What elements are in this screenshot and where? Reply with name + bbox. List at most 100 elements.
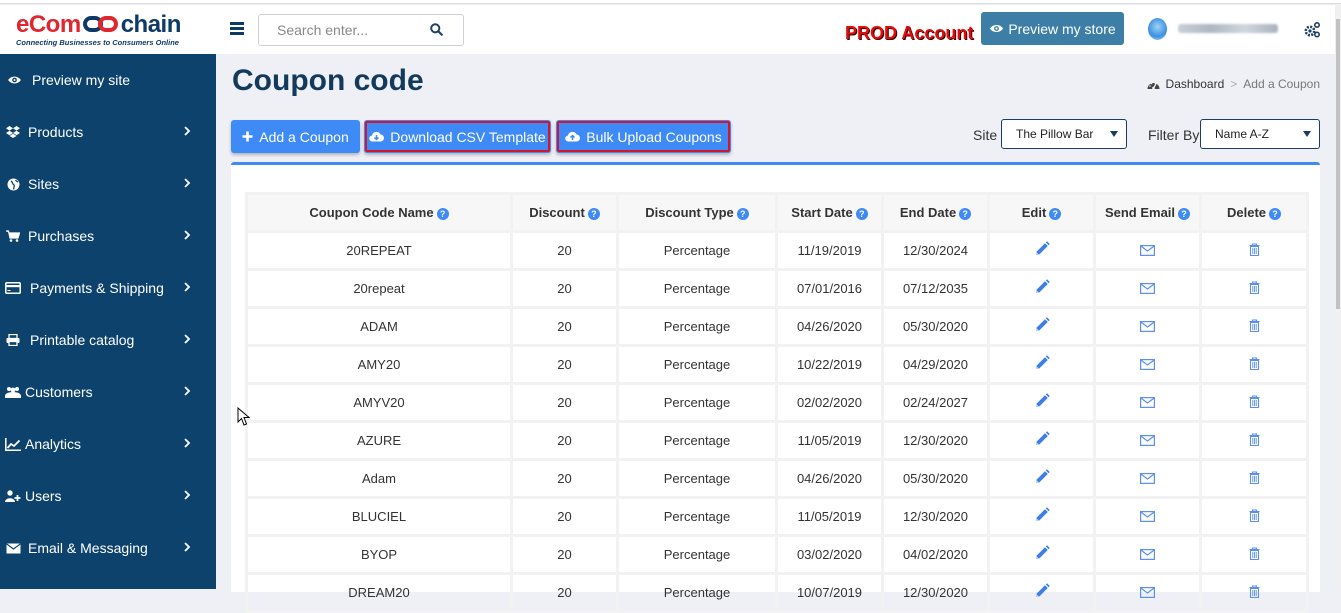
breadcrumb-dashboard-link[interactable]: Dashboard	[1166, 77, 1225, 91]
column-header-label: Discount	[529, 205, 585, 220]
sidebar-item-products[interactable]: Products	[0, 106, 216, 158]
sidebar-item-purchases[interactable]: Purchases	[0, 210, 216, 262]
send-email-icon[interactable]	[1140, 358, 1156, 373]
cell-action	[1093, 534, 1202, 575]
cell-action	[1199, 572, 1309, 613]
cell-action	[1093, 230, 1202, 271]
page-title: Coupon code	[232, 64, 424, 97]
sidebar-item-printable-catalog[interactable]: Printable catalog	[0, 314, 216, 366]
vertical-scrollbar[interactable]	[1335, 5, 1341, 589]
search-icon[interactable]	[430, 23, 443, 36]
edit-icon[interactable]	[1034, 317, 1050, 336]
sidebar-item-customers[interactable]: Customers	[0, 366, 216, 418]
edit-icon[interactable]	[1034, 469, 1050, 488]
delete-icon[interactable]	[1249, 585, 1260, 601]
site-filter-label: Site	[973, 127, 998, 143]
cell-discount: 20	[510, 344, 619, 385]
search-input[interactable]	[277, 15, 437, 45]
cell-name: AZURE	[245, 420, 513, 461]
send-email-icon[interactable]	[1140, 548, 1156, 563]
delete-icon[interactable]	[1249, 471, 1260, 487]
user-avatar[interactable]	[1148, 18, 1167, 40]
cell-type: Percentage	[616, 230, 778, 271]
send-email-icon[interactable]	[1140, 320, 1156, 335]
hamburger-icon[interactable]	[230, 22, 244, 35]
delete-icon[interactable]	[1249, 395, 1260, 411]
help-icon[interactable]: ?	[1049, 208, 1062, 220]
cell-type: Percentage	[616, 458, 778, 499]
sidebar-item-label: Payments & Shipping	[30, 280, 164, 296]
edit-icon[interactable]	[1034, 583, 1050, 602]
sidebar-item-users[interactable]: Users	[0, 470, 216, 522]
sidebar-item-label: Preview my site	[32, 72, 131, 88]
scrollbar-thumb[interactable]	[1336, 19, 1340, 309]
sidebar-item-analytics[interactable]: Analytics	[0, 418, 216, 470]
delete-icon[interactable]	[1249, 357, 1260, 373]
bulk-upload-coupons-button[interactable]: Bulk Upload Coupons	[556, 120, 731, 153]
cell-action	[1199, 420, 1309, 461]
send-email-icon[interactable]	[1140, 434, 1156, 449]
edit-icon[interactable]	[1034, 431, 1050, 450]
add-coupon-button[interactable]: Add a Coupon	[231, 120, 360, 153]
delete-icon[interactable]	[1249, 547, 1260, 563]
edit-icon[interactable]	[1034, 279, 1050, 298]
column-header-label: End Date	[899, 205, 957, 220]
send-email-icon[interactable]	[1140, 282, 1156, 297]
sidebar-item-payments-shipping[interactable]: Payments & Shipping	[0, 262, 216, 314]
edit-icon[interactable]	[1034, 393, 1050, 412]
cell-action	[987, 572, 1096, 613]
edit-icon[interactable]	[1034, 507, 1050, 526]
delete-icon[interactable]	[1249, 319, 1260, 335]
sidebar-item-sites[interactable]: Sites	[0, 158, 216, 210]
cell-type: Percentage	[616, 534, 778, 575]
help-icon[interactable]: ?	[436, 208, 449, 220]
print-icon	[5, 333, 21, 347]
send-email-icon[interactable]	[1140, 586, 1156, 601]
breadcrumb: Dashboard > Add a Coupon	[1147, 77, 1320, 91]
help-icon[interactable]: ?	[1269, 208, 1282, 220]
edit-icon[interactable]	[1034, 355, 1050, 374]
sidebar-item-label: Email & Messaging	[28, 540, 148, 556]
help-icon[interactable]: ?	[587, 208, 600, 220]
logo[interactable]: eCom chain Connecting Businesses to Consu…	[16, 13, 196, 48]
delete-icon[interactable]	[1249, 433, 1260, 449]
help-icon[interactable]: ?	[855, 208, 868, 220]
help-icon[interactable]: ?	[1178, 208, 1191, 220]
delete-icon[interactable]	[1249, 243, 1260, 259]
sidebar-item-preview-my-site[interactable]: Preview my site	[0, 54, 216, 106]
sidebar-item-label: Products	[28, 124, 84, 140]
cell-name: BLUCIEL	[245, 496, 513, 537]
cell-action	[987, 534, 1096, 575]
help-icon[interactable]: ?	[736, 208, 749, 220]
user-name-blurred[interactable]	[1178, 24, 1278, 33]
edit-icon[interactable]	[1034, 545, 1050, 564]
chevron-right-icon	[184, 490, 191, 500]
chevron-right-icon	[184, 178, 191, 188]
send-email-icon[interactable]	[1140, 244, 1156, 259]
delete-icon[interactable]	[1249, 281, 1260, 297]
table-row: AMY20 20 Percentage 10/22/2019 04/29/2020	[245, 344, 1309, 385]
site-select[interactable]: The Pillow Bar	[1001, 119, 1127, 149]
cell-end: 07/12/2035	[881, 268, 990, 309]
send-email-icon[interactable]	[1140, 396, 1156, 411]
edit-icon[interactable]	[1034, 241, 1050, 260]
cell-name: ADAM	[245, 306, 513, 347]
breadcrumb-current: Add a Coupon	[1243, 77, 1320, 91]
preview-store-button[interactable]: Preview my store	[981, 12, 1124, 45]
chain-link-icon	[82, 15, 119, 32]
help-icon[interactable]: ?	[959, 208, 972, 220]
cell-start: 02/02/2020	[775, 382, 884, 423]
delete-icon[interactable]	[1249, 509, 1260, 525]
download-csv-template-button[interactable]: Download CSV Template	[364, 120, 551, 153]
chevron-right-icon	[184, 386, 191, 396]
send-email-icon[interactable]	[1140, 510, 1156, 525]
cell-action	[1199, 534, 1309, 575]
table-row: ADAM 20 Percentage 04/26/2020 05/30/2020	[245, 306, 1309, 347]
sidebar-item-email-messaging[interactable]: Email & Messaging	[0, 522, 216, 574]
cell-start: 11/05/2019	[775, 496, 884, 537]
send-email-icon[interactable]	[1140, 472, 1156, 487]
sort-select[interactable]: Name A-Z	[1200, 119, 1320, 149]
envelope-icon	[5, 541, 21, 555]
cell-end: 05/30/2020	[881, 306, 990, 347]
gears-icon[interactable]	[1303, 21, 1321, 39]
